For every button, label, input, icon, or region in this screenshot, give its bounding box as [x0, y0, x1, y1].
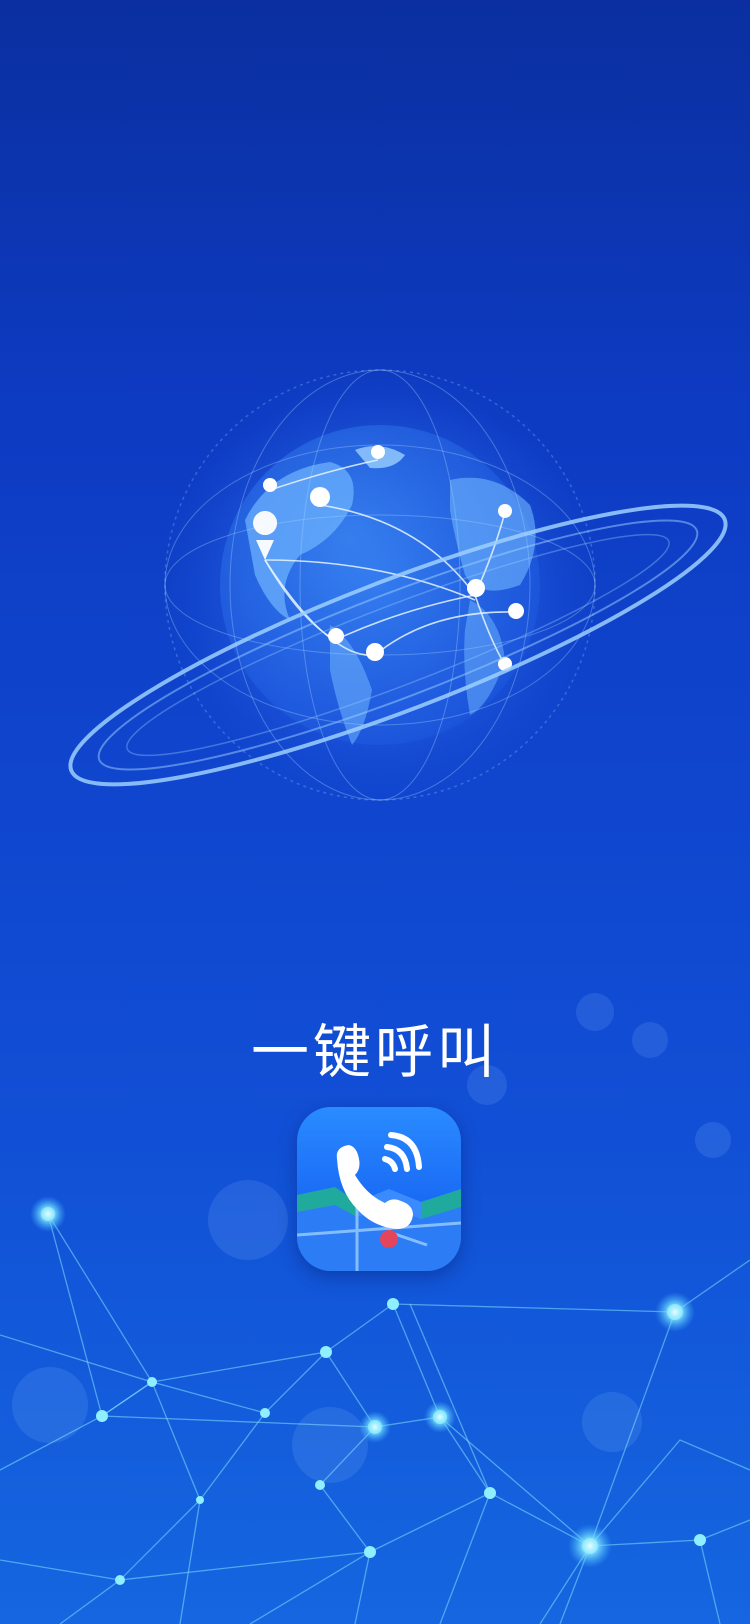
phone-call-map-icon	[297, 1107, 461, 1271]
background-artwork	[0, 365, 750, 1624]
globe-network-icon	[68, 365, 728, 805]
app-slogan-title: 一键呼叫	[250, 1018, 499, 1086]
